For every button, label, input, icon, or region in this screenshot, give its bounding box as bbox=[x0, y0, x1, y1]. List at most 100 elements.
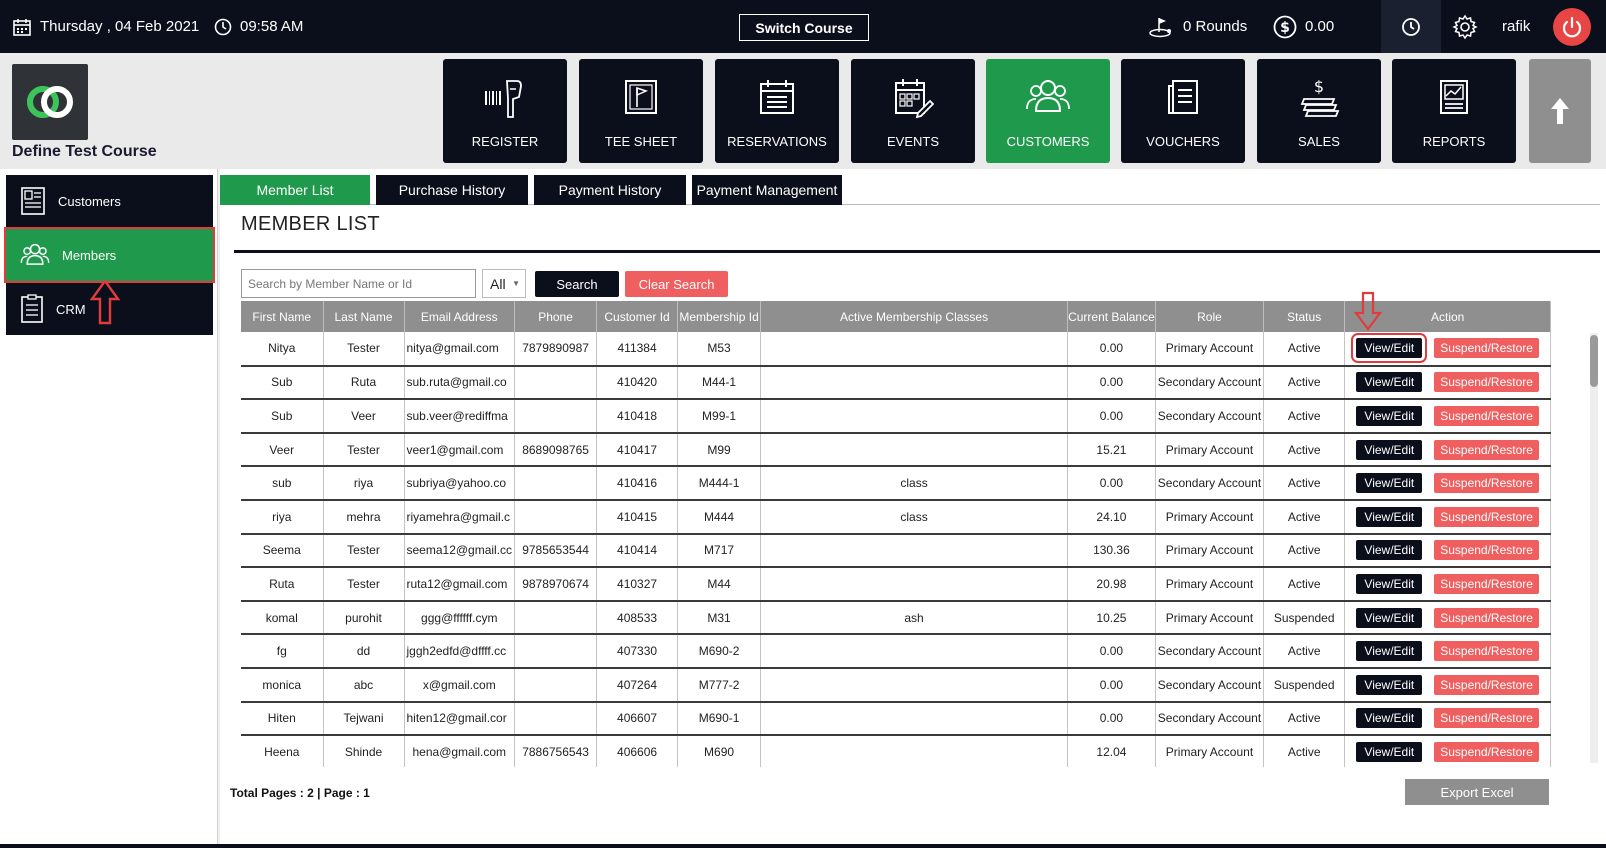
table-cell: 410415 bbox=[596, 499, 679, 535]
suspend-restore-button[interactable]: Suspend/Restore bbox=[1434, 708, 1539, 729]
action-cell: View/Edit Suspend/Restore bbox=[1344, 600, 1552, 636]
suspend-restore-button[interactable]: Suspend/Restore bbox=[1434, 506, 1539, 527]
column-header[interactable]: Last Name bbox=[323, 301, 405, 332]
export-excel-button[interactable]: Export Excel bbox=[1405, 779, 1549, 805]
view-edit-button[interactable]: View/Edit bbox=[1356, 708, 1423, 729]
table-scroll-thumb[interactable] bbox=[1590, 335, 1598, 387]
table-cell bbox=[514, 399, 598, 434]
table-cell bbox=[760, 634, 1069, 669]
logo-icon bbox=[27, 86, 73, 118]
suspend-restore-button[interactable]: Suspend/Restore bbox=[1434, 473, 1539, 494]
nav-reports[interactable]: REPORTS bbox=[1392, 59, 1516, 163]
table-cell: Secondary Account bbox=[1155, 701, 1265, 737]
filter-select[interactable]: All ▼ bbox=[482, 269, 526, 298]
tab-payment-management[interactable]: Payment Management bbox=[692, 175, 842, 205]
table-cell: 0.00 bbox=[1067, 399, 1156, 434]
clock-button[interactable] bbox=[1381, 0, 1441, 53]
table-cell: 410417 bbox=[596, 432, 679, 468]
table-cell: 411384 bbox=[596, 332, 679, 367]
view-edit-button[interactable]: View/Edit bbox=[1356, 473, 1423, 494]
tab-purchase-history[interactable]: Purchase History bbox=[376, 175, 528, 205]
column-header[interactable]: Phone bbox=[514, 301, 598, 332]
gear-icon bbox=[1452, 14, 1478, 39]
table-scrollbar[interactable] bbox=[1590, 333, 1598, 763]
column-header[interactable]: Role bbox=[1155, 301, 1265, 332]
column-header[interactable]: Status bbox=[1263, 301, 1346, 332]
nav-label: RESERVATIONS bbox=[727, 134, 827, 149]
nav-tee-sheet[interactable]: TEE SHEET bbox=[579, 59, 703, 163]
action-cell: View/Edit Suspend/Restore bbox=[1344, 432, 1552, 468]
column-header[interactable]: Current Balance bbox=[1067, 301, 1156, 332]
suspend-restore-button[interactable]: Suspend/Restore bbox=[1434, 641, 1539, 662]
table-cell: M99-1 bbox=[677, 399, 762, 434]
view-edit-button[interactable]: View/Edit bbox=[1356, 506, 1423, 527]
balance-display: $ 0.00 bbox=[1273, 0, 1334, 53]
column-header[interactable]: Membership Id bbox=[677, 301, 762, 332]
column-header[interactable]: First Name bbox=[241, 301, 324, 332]
nav-customers[interactable]: CUSTOMERS bbox=[986, 59, 1110, 163]
table-cell: M444 bbox=[677, 499, 762, 535]
top-bar: Thursday , 04 Feb 2021 09:58 AM Switch C… bbox=[0, 0, 1606, 53]
sidebar-item-members[interactable]: Members bbox=[4, 227, 215, 283]
suspend-restore-button[interactable]: Suspend/Restore bbox=[1434, 540, 1539, 561]
clear-search-button[interactable]: Clear Search bbox=[625, 271, 728, 297]
sidebar-item-customers[interactable]: Customers bbox=[6, 175, 213, 227]
arrow-up-icon bbox=[1551, 98, 1569, 124]
table-cell: sub bbox=[241, 466, 324, 501]
suspend-restore-button[interactable]: Suspend/Restore bbox=[1434, 573, 1539, 594]
search-button[interactable]: Search bbox=[535, 271, 619, 297]
column-header[interactable]: Customer Id bbox=[596, 301, 679, 332]
view-edit-button[interactable]: View/Edit bbox=[1356, 573, 1423, 594]
nav-register[interactable]: REGISTER bbox=[443, 59, 567, 163]
nav-label: TEE SHEET bbox=[604, 134, 678, 149]
action-cell: View/Edit Suspend/Restore bbox=[1344, 735, 1552, 767]
user-name[interactable]: rafik bbox=[1502, 0, 1530, 53]
suspend-restore-button[interactable]: Suspend/Restore bbox=[1434, 439, 1539, 460]
action-cell: View/Edit Suspend/Restore bbox=[1344, 399, 1552, 434]
customer-card-icon bbox=[21, 187, 45, 215]
suspend-restore-button[interactable]: Suspend/Restore bbox=[1434, 674, 1539, 695]
suspend-restore-button[interactable]: Suspend/Restore bbox=[1434, 372, 1539, 393]
table-cell bbox=[514, 600, 598, 636]
table-cell: Veer bbox=[323, 399, 405, 434]
table-row: sub riya subriya@yahoo.co 410416 M444-1 class… bbox=[241, 466, 1552, 501]
settings-button[interactable] bbox=[1452, 0, 1486, 53]
nav-vouchers[interactable]: VOUCHERS bbox=[1121, 59, 1245, 163]
view-edit-button[interactable]: View/Edit bbox=[1351, 333, 1428, 364]
view-edit-button[interactable]: View/Edit bbox=[1356, 405, 1423, 426]
scroll-up-button[interactable] bbox=[1529, 59, 1591, 163]
tab-payment-history[interactable]: Payment History bbox=[534, 175, 686, 205]
sidebar: Customers Members CRM bbox=[0, 169, 218, 844]
view-edit-button[interactable]: View/Edit bbox=[1356, 641, 1423, 662]
logout-button[interactable] bbox=[1553, 8, 1591, 46]
view-edit-button[interactable]: View/Edit bbox=[1356, 741, 1423, 762]
view-edit-button[interactable]: View/Edit bbox=[1356, 372, 1423, 393]
view-edit-button[interactable]: View/Edit bbox=[1356, 540, 1423, 561]
table-cell bbox=[760, 667, 1069, 703]
column-header[interactable]: Active Membership Classes bbox=[760, 301, 1069, 332]
view-edit-button[interactable]: View/Edit bbox=[1356, 607, 1423, 628]
column-header[interactable]: Email Address bbox=[404, 301, 516, 332]
table-cell: M53 bbox=[677, 332, 762, 367]
suspend-restore-button[interactable]: Suspend/Restore bbox=[1434, 405, 1539, 426]
suspend-restore-button[interactable]: Suspend/Restore bbox=[1434, 338, 1539, 359]
view-edit-button[interactable]: View/Edit bbox=[1356, 439, 1423, 460]
course-name: Define Test Course bbox=[12, 143, 157, 160]
suspend-restore-button[interactable]: Suspend/Restore bbox=[1434, 607, 1539, 628]
table-cell: sub.ruta@gmail.co bbox=[404, 365, 516, 401]
tab-member-list[interactable]: Member List bbox=[220, 175, 370, 205]
table-cell bbox=[514, 667, 598, 703]
search-input[interactable] bbox=[241, 269, 476, 298]
table-cell: 9878970674 bbox=[514, 567, 598, 602]
table-row: Heena Shinde hena@gmail.com 7886756543 40660… bbox=[241, 735, 1552, 767]
table-cell bbox=[760, 735, 1069, 767]
suspend-restore-button[interactable]: Suspend/Restore bbox=[1434, 741, 1539, 762]
table-cell: Tester bbox=[323, 567, 405, 602]
nav-events[interactable]: EVENTS bbox=[851, 59, 975, 163]
nav-sales[interactable]: $ SALES bbox=[1257, 59, 1381, 163]
view-edit-button[interactable]: View/Edit bbox=[1356, 674, 1423, 695]
table-row: Seema Tester seema12@gmail.cc 9785653544 410… bbox=[241, 533, 1552, 569]
switch-course-button[interactable]: Switch Course bbox=[739, 14, 869, 41]
table-row: komal purohit ggg@ffffff.cym 408533 M31 ash 10… bbox=[241, 600, 1552, 636]
nav-reservations[interactable]: RESERVATIONS bbox=[715, 59, 839, 163]
